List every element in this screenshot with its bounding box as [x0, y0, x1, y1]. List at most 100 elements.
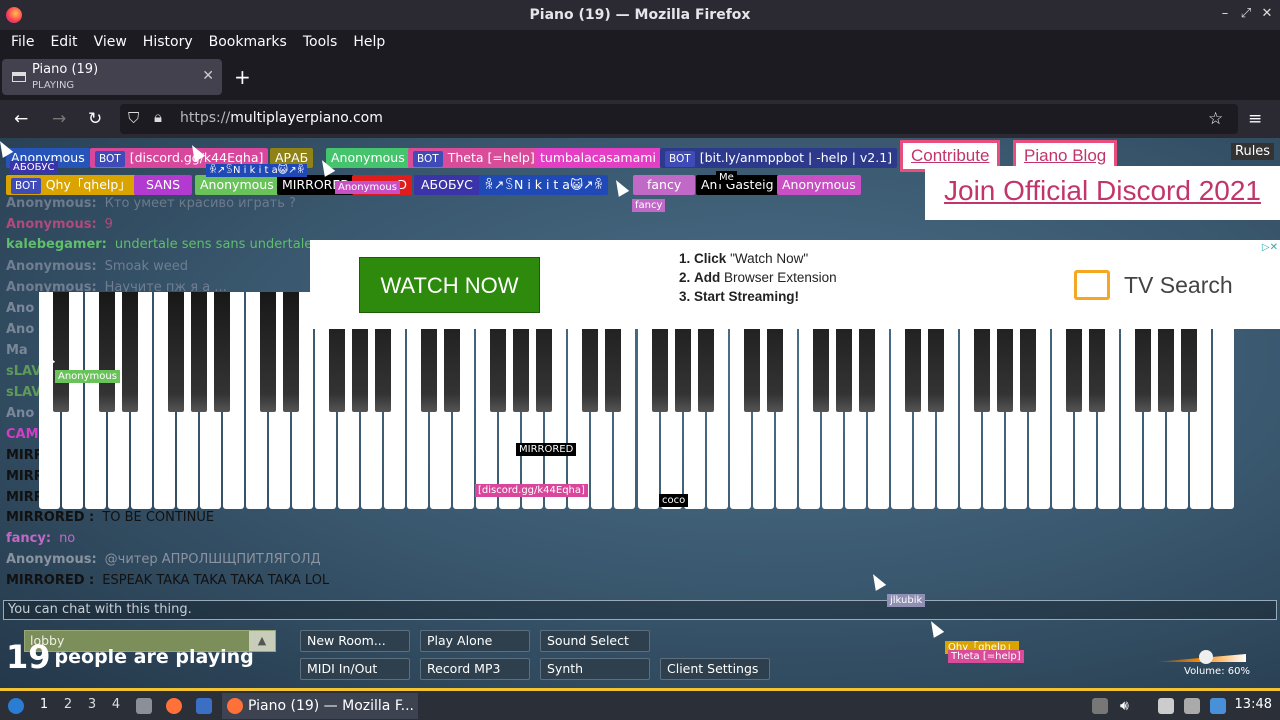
update-icon[interactable]	[1210, 698, 1226, 714]
chat-text: @читер АПРОЛШЩПИТЛЯГОЛД	[104, 552, 321, 567]
shield-icon[interactable]: ⛉	[128, 109, 139, 127]
user-name: Qhy「qhelp」	[45, 177, 131, 192]
player-count-text: people are playing	[54, 646, 254, 668]
terminal-icon[interactable]	[196, 698, 212, 714]
cursor-tag: ꆜ↗ꌗN i k i t a😺↗ꆜ	[206, 164, 308, 177]
cursor-tag: [discord.gg/k44Eqha]	[475, 484, 588, 497]
user-chip[interactable]: fancy	[633, 175, 696, 195]
menu-view[interactable]: View	[86, 34, 135, 50]
user-chip[interactable]: Anonymous	[195, 175, 279, 195]
tab-close-icon[interactable]: ✕	[202, 68, 214, 84]
client-settings-button[interactable]: Client Settings	[660, 658, 770, 680]
ad-step-num: 2.	[679, 270, 691, 285]
player-count: 19 people are playing	[6, 638, 254, 676]
bot-badge: BOT	[11, 178, 41, 194]
rules-link[interactable]: Rules	[1231, 143, 1275, 160]
record-mp3-button[interactable]: Record MP3	[420, 658, 530, 680]
file-manager-icon[interactable]	[136, 698, 152, 714]
new-room-button[interactable]: New Room...	[300, 630, 410, 652]
lock-icon[interactable]: 🔒︎	[154, 108, 162, 126]
menu-file[interactable]: File	[3, 34, 42, 50]
cursor-icon	[610, 177, 630, 197]
menu-help[interactable]: Help	[345, 34, 393, 50]
chat-text: ESPEAK TAKA TAKA TAKA TAKA LOL	[102, 573, 330, 588]
piano-black-key[interactable]	[122, 292, 139, 412]
ad-banner[interactable]: WATCH NOW 1. Click "Watch Now" 2. Add Br…	[310, 240, 1280, 329]
user-name: Anonymous	[782, 177, 856, 192]
user-name: Am Gasteig	[701, 177, 774, 192]
taskbar: 1 2 3 4 Piano (19) — Mozilla F... 🔊︎ 13:…	[0, 688, 1280, 720]
display-icon[interactable]	[1184, 698, 1200, 714]
window-titlebar: Piano (19) — Mozilla Firefox – ⤢ ✕	[0, 0, 1280, 30]
volume-knob[interactable]	[1198, 650, 1213, 664]
piano-black-key[interactable]	[53, 292, 70, 412]
ad-step: 3. Start Streaming!	[679, 287, 837, 306]
menu-bookmarks[interactable]: Bookmarks	[201, 34, 295, 50]
bot-badge: BOT	[413, 151, 443, 167]
ad-steps: 1. Click "Watch Now" 2. Add Browser Exte…	[679, 249, 837, 306]
tab-status: PLAYING	[32, 80, 75, 91]
tab-piano[interactable]: Piano (19) PLAYING ✕	[2, 59, 222, 95]
piano-black-key[interactable]	[283, 292, 300, 412]
maximize-icon[interactable]: ⤢	[1238, 6, 1254, 21]
piano-black-key[interactable]	[191, 292, 208, 412]
bookmark-star-icon[interactable]: ☆	[1208, 109, 1223, 129]
reload-icon[interactable]: ↻	[88, 109, 102, 129]
hamburger-menu-icon[interactable]: ≡	[1248, 109, 1262, 129]
join-discord-link[interactable]: Join Official Discord 2021	[925, 166, 1280, 220]
volume-slider[interactable]: Volume: 60%	[1150, 650, 1250, 678]
workspace-4[interactable]: 4	[108, 697, 124, 712]
piano-black-key[interactable]	[99, 292, 116, 412]
piano-black-key[interactable]	[214, 292, 231, 412]
user-chip[interactable]: SANS	[134, 175, 193, 195]
chat-input[interactable]: You can chat with this thing.	[3, 600, 1277, 620]
clipboard-icon[interactable]	[1158, 698, 1174, 714]
ad-step-text: "Watch Now"	[730, 251, 809, 266]
chat-text: Smoak weed	[104, 259, 189, 274]
volume-label: Volume: 60%	[1184, 666, 1250, 677]
cursor-tag: jlkubik	[887, 594, 926, 607]
synth-button[interactable]: Synth	[540, 658, 650, 680]
workspace-1[interactable]: 1	[36, 697, 52, 712]
sound-select-button[interactable]: Sound Select	[540, 630, 650, 652]
user-chip[interactable]: АБОБУС	[414, 175, 480, 195]
cursor-tag: MIRRORED	[516, 443, 577, 456]
start-menu-icon[interactable]	[8, 698, 24, 714]
user-chip[interactable]: BOT [bit.ly/anmppbot | -help | v2.1]	[660, 148, 898, 168]
forward-icon[interactable]: →	[52, 109, 66, 129]
ad-brand: TV Search	[1124, 272, 1233, 298]
tab-bar: Piano (19) PLAYING ✕ +	[0, 54, 1280, 100]
player-count-number: 19	[6, 638, 51, 676]
midi-button[interactable]: MIDI In/Out	[300, 658, 410, 680]
tray-up-icon[interactable]	[1092, 698, 1108, 714]
new-tab-icon[interactable]: +	[234, 65, 251, 89]
user-chip[interactable]: BOT Qhy「qhelp」	[6, 175, 136, 195]
user-chip[interactable]: Anonymous	[326, 148, 410, 168]
speaker-icon[interactable]: 🔊︎	[1120, 698, 1136, 714]
ad-close-icon[interactable]: ▷✕	[1262, 242, 1278, 253]
url-bar[interactable]: ⛉ 🔒︎ https://multiplayerpiano.com	[120, 104, 1238, 134]
url-text[interactable]: https://multiplayerpiano.com	[180, 110, 383, 126]
minimize-icon[interactable]: –	[1217, 6, 1233, 21]
piano-black-key[interactable]	[168, 292, 185, 412]
user-chip[interactable]: BOT Theta [=help]	[408, 148, 540, 168]
cursor-icon	[867, 571, 887, 591]
piano-black-key[interactable]	[260, 292, 277, 412]
play-alone-button[interactable]: Play Alone	[420, 630, 530, 652]
taskbar-active-window[interactable]: Piano (19) — Mozilla F...	[222, 693, 418, 719]
close-icon[interactable]: ✕	[1259, 6, 1275, 21]
user-chip[interactable]: tumbalacasamami	[535, 148, 661, 168]
ad-step-verb: Click	[694, 251, 727, 266]
user-chip[interactable]: Anonymous	[777, 175, 861, 195]
firefox-launcher-icon[interactable]	[166, 698, 182, 714]
back-icon[interactable]: ←	[14, 109, 28, 129]
user-chip[interactable]: ꆜ↗ꌗN i k i t a😺↗ꆜ	[479, 175, 609, 195]
workspace-3[interactable]: 3	[84, 697, 100, 712]
ad-watch-now-button[interactable]: WATCH NOW	[359, 257, 540, 313]
user-chip[interactable]: Am Gasteig	[696, 175, 779, 195]
menu-tools[interactable]: Tools	[295, 34, 346, 50]
menu-history[interactable]: History	[135, 34, 201, 50]
tv-search-icon	[1074, 270, 1110, 300]
workspace-2[interactable]: 2	[60, 697, 76, 712]
menu-edit[interactable]: Edit	[42, 34, 85, 50]
